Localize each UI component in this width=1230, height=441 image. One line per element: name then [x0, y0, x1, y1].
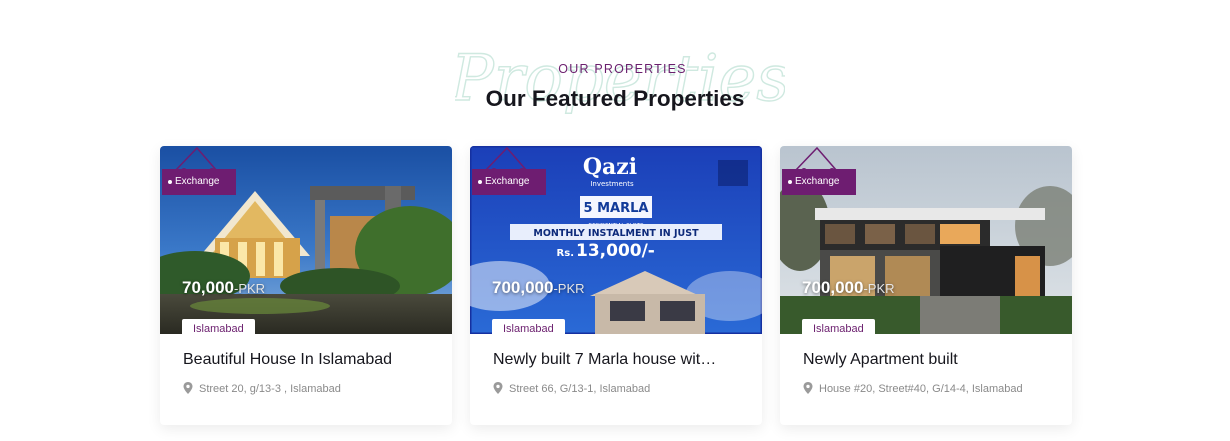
property-title[interactable]: Newly Apartment built: [803, 351, 1058, 369]
location-pin-icon: [183, 382, 193, 394]
tag-label: Exchange: [485, 176, 530, 187]
address-text: Street 66, G/13-1, Islamabad: [509, 383, 651, 395]
ad-brand: Qazi: [583, 154, 637, 180]
ad-headline: MONTHLY INSTALMENT IN JUST: [533, 228, 699, 239]
price-currency: -PKR: [234, 281, 266, 296]
price-currency: -PKR: [553, 281, 585, 296]
price-value: 700,000: [492, 278, 554, 297]
address-text: House #20, Street#40, G/14-4, Islamabad: [819, 383, 1023, 395]
exchange-tag: Exchange: [782, 146, 856, 196]
section-eyebrow: OUR PROPERTIES: [558, 62, 687, 76]
property-title[interactable]: Beautiful House In Islamabad: [183, 351, 438, 369]
tag-label: Exchange: [175, 176, 220, 187]
section-header: Properties OUR PROPERTIES Our Featured P…: [0, 0, 1230, 130]
city-badge[interactable]: Islamabad: [802, 319, 875, 340]
price: 70,000-PKR: [182, 278, 265, 298]
price: 700,000-PKR: [492, 278, 585, 298]
property-address: Street 20, g/13-3 , Islamabad: [183, 382, 341, 395]
ad-brand-sub: Investments: [590, 180, 634, 188]
location-pin-icon: [493, 382, 503, 394]
property-address: Street 66, G/13-1, Islamabad: [493, 382, 650, 395]
property-card[interactable]: Exchange 70,000-PKR Islamabad Beautiful …: [160, 146, 452, 425]
ad-amount-prefix: Rs.: [557, 248, 574, 259]
address-text: Street 20, g/13-3 , Islamabad: [199, 383, 341, 395]
ad-badge: 5 MARLA: [584, 201, 649, 216]
script-watermark: Properties: [455, 41, 785, 116]
property-title[interactable]: Newly built 7 Marla house wit…: [493, 351, 748, 369]
tag-label: Exchange: [795, 176, 840, 187]
property-card[interactable]: Exchange 700,000-PKR Islamabad Newly Apa…: [780, 146, 1072, 425]
price-value: 70,000: [182, 278, 234, 297]
exchange-tag: Exchange: [162, 146, 236, 196]
price-currency: -PKR: [863, 281, 895, 296]
section-title: Our Featured Properties: [485, 86, 745, 111]
property-card[interactable]: Qazi Investments 5 MARLA RESIDENTIAL PLO…: [470, 146, 762, 425]
city-badge[interactable]: Islamabad: [182, 319, 255, 340]
city-badge[interactable]: Islamabad: [492, 319, 565, 340]
ad-amount: 13,000/-: [576, 241, 655, 261]
property-address: House #20, Street#40, G/14-4, Islamabad: [803, 382, 1023, 395]
price-value: 700,000: [802, 278, 864, 297]
price: 700,000-PKR: [802, 278, 895, 298]
location-pin-icon: [803, 382, 813, 394]
exchange-tag: Exchange: [472, 146, 546, 196]
